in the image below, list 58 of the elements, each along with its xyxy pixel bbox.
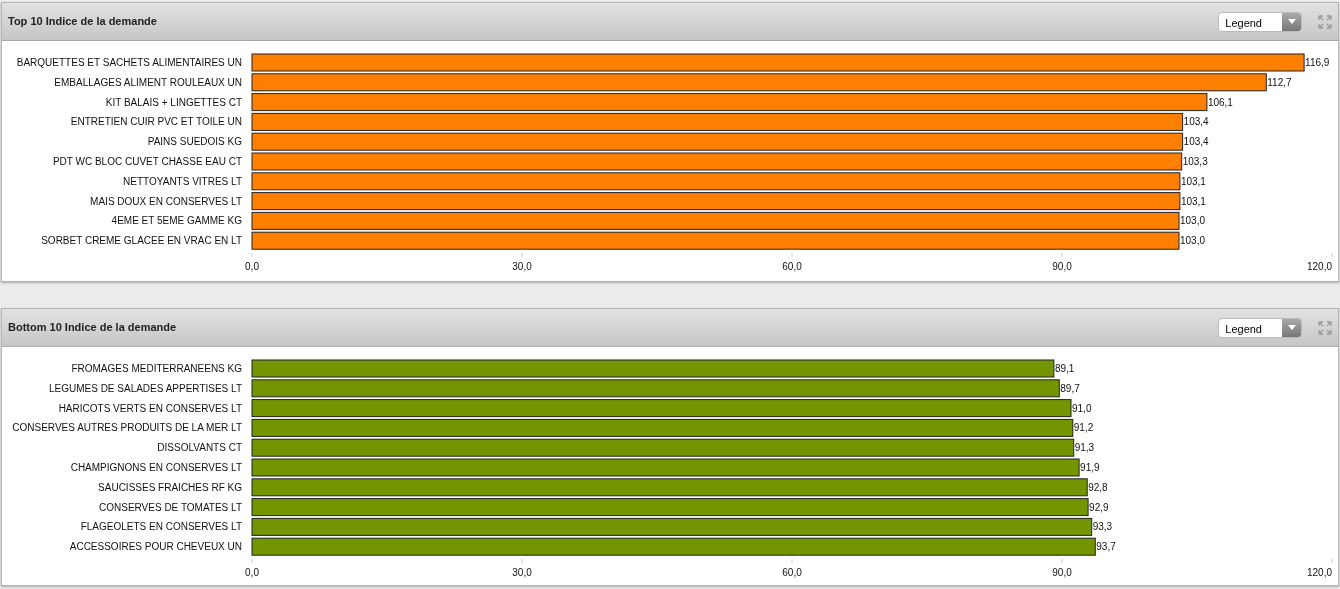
- category-label: CONSERVES AUTRES PRODUITS DE LA MER LT: [12, 422, 242, 434]
- value-label: 103,4: [1183, 116, 1209, 128]
- axis-tick-label: 90,0: [1052, 567, 1072, 578]
- legend-dropdown[interactable]: Legend: [1218, 11, 1302, 32]
- category-label: CONSERVES DE TOMATES LT: [99, 501, 242, 513]
- category-label: KIT BALAIS + LINGETTES CT: [105, 96, 242, 108]
- category-label: ENTRETIEN CUIR PVC ET TOILE UN: [70, 116, 242, 128]
- category-label: MAIS DOUX EN CONSERVES LT: [90, 195, 242, 207]
- value-label: 106,1: [1207, 96, 1233, 108]
- panel-title: Bottom 10 Indice de la demande: [8, 320, 177, 336]
- value-label: 91,9: [1080, 462, 1100, 473]
- value-label: 89,7: [1060, 382, 1080, 394]
- value-label: 93,3: [1092, 521, 1113, 533]
- legend-dropdown[interactable]: Legend: [1218, 317, 1302, 338]
- caret-icon: [1287, 325, 1296, 330]
- panel-title: Top 10 Indice de la demande: [8, 14, 157, 30]
- expand-icon[interactable]: [1318, 320, 1332, 335]
- axis-tick-label: 120,0: [1306, 261, 1332, 272]
- category-label: 4EME ET 5EME GAMME KG: [111, 215, 242, 227]
- value-label: 93,7: [1096, 541, 1116, 553]
- category-label: NETTOYANTS VITRES LT: [123, 175, 242, 187]
- category-label: EMBALLAGES ALIMENT ROULEAUX UN: [54, 76, 242, 88]
- value-label: 103,1: [1180, 195, 1206, 207]
- value-label: 112,7: [1267, 76, 1292, 88]
- axis-tick-label: 30,0: [512, 567, 532, 578]
- value-label: 103,4: [1183, 136, 1209, 148]
- category-label: BARQUETTES ET SACHETS ALIMENTAIRES UN: [16, 57, 242, 68]
- value-label: 103,3: [1182, 156, 1208, 167]
- category-label: PAINS SUEDOIS KG: [147, 136, 242, 148]
- value-label: 89,1: [1054, 363, 1075, 374]
- axis-tick-label: 90,0: [1052, 261, 1072, 272]
- axis-tick-label: 0,0: [245, 567, 259, 578]
- category-label: FLAGEOLETS EN CONSERVES LT: [80, 521, 242, 533]
- category-label: CHAMPIGNONS EN CONSERVES LT: [70, 462, 242, 473]
- category-label: SAUCISSES FRAICHES RF KG: [98, 481, 242, 493]
- axis-tick-label: 0,0: [245, 261, 259, 272]
- value-label: 116,9: [1305, 57, 1330, 68]
- axis-tick-label: 60,0: [782, 261, 802, 272]
- value-label: 103,1: [1180, 175, 1206, 187]
- value-label: 91,0: [1072, 402, 1092, 414]
- value-label: 103,0: [1180, 235, 1206, 247]
- axis-tick-label: 30,0: [512, 261, 532, 272]
- value-label: 91,2: [1073, 422, 1094, 434]
- category-label: DISSOLVANTS CT: [157, 442, 242, 454]
- value-label: 92,8: [1088, 481, 1108, 493]
- expand-icon[interactable]: [1318, 14, 1332, 29]
- axis-tick-label: 60,0: [782, 567, 802, 578]
- category-label: SORBET CREME GLACEE EN VRAC EN LT: [41, 235, 242, 247]
- value-label: 103,0: [1180, 215, 1206, 227]
- category-label: ACCESSOIRES POUR CHEVEUX UN: [69, 541, 242, 553]
- axis-tick-label: 120,0: [1306, 567, 1332, 578]
- category-label: LEGUMES DE SALADES APPERTISES LT: [48, 382, 242, 394]
- category-label: FROMAGES MEDITERRANEENS KG: [71, 363, 242, 374]
- category-label: PDT WC BLOC CUVET CHASSE EAU CT: [52, 156, 242, 167]
- category-label: HARICOTS VERTS EN CONSERVES LT: [58, 402, 242, 414]
- caret-icon: [1287, 19, 1296, 24]
- value-label: 92,9: [1089, 501, 1109, 513]
- value-label: 91,3: [1074, 442, 1095, 454]
